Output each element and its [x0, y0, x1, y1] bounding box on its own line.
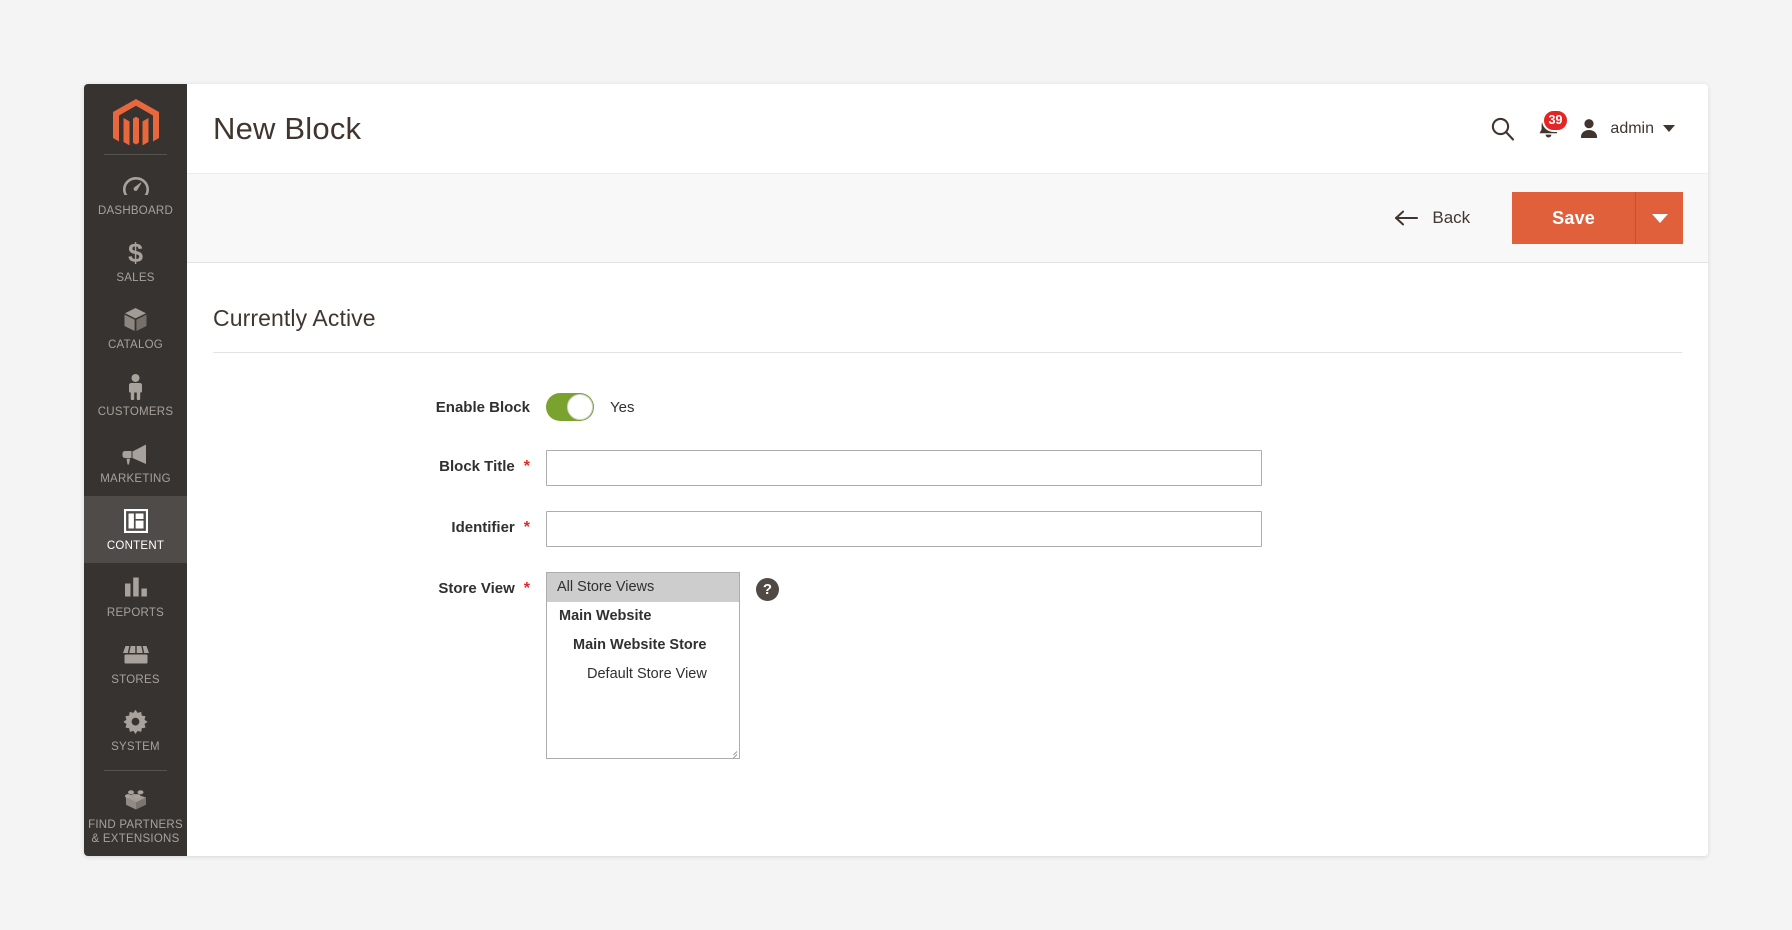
arrow-left-icon: [1395, 210, 1419, 226]
question-mark-icon[interactable]: ?: [756, 578, 779, 601]
store-view-option[interactable]: Default Store View: [547, 660, 739, 689]
sidebar-item-label: REPORTS: [106, 607, 165, 620]
bar-chart-icon: [124, 577, 147, 597]
sidebar-item-label-line1: FIND PARTNERS: [88, 819, 183, 831]
block-title-label-wrap: Block Title *: [213, 450, 546, 484]
sidebar-item-dashboard[interactable]: DASHBOARD: [84, 161, 187, 228]
header-tools: 39 admin: [1479, 106, 1675, 152]
sidebar-item-label: CUSTOMERS: [97, 406, 174, 419]
magento-logo[interactable]: [84, 98, 187, 152]
required-marker: *: [523, 580, 530, 597]
search-button[interactable]: [1479, 106, 1525, 152]
back-button[interactable]: Back: [1384, 200, 1480, 236]
sidebar-item-marketing[interactable]: MARKETING: [84, 429, 187, 496]
save-dropdown-button[interactable]: [1635, 192, 1683, 244]
user-avatar-icon: [1581, 118, 1598, 138]
block-title-input[interactable]: [546, 450, 1262, 486]
field-row-enable-block: Enable Block Yes: [213, 391, 1682, 425]
store-view-label: Store View: [438, 580, 515, 597]
sidebar-item-label: STORES: [111, 674, 160, 687]
section-title: Currently Active: [213, 305, 1682, 353]
sidebar-item-label-line2: & EXTENSIONS: [91, 833, 180, 845]
multiselect-resize-handle[interactable]: [726, 745, 738, 758]
account-menu[interactable]: admin: [1571, 117, 1675, 141]
enable-block-toggle-text: Yes: [610, 398, 635, 416]
required-marker: *: [523, 519, 530, 536]
layout-blocks-icon: [123, 507, 148, 534]
admin-page: DASHBOARD $ SALES CATALOG CUSTOMERS MARK…: [0, 0, 1792, 930]
store-view-multiselect[interactable]: All Store Views Main Website Main Websit…: [546, 572, 740, 759]
sidebar-item-sales[interactable]: $ SALES: [84, 228, 187, 295]
svg-text:$: $: [128, 239, 143, 266]
gear-icon: [123, 708, 148, 735]
back-button-label: Back: [1432, 208, 1471, 227]
sidebar-item-customers[interactable]: CUSTOMERS: [84, 362, 187, 429]
page-header: New Block 39 admin: [187, 84, 1708, 173]
account-name: admin: [1610, 119, 1654, 137]
lego-brick-icon: [123, 786, 149, 813]
sidebar-item-reports[interactable]: REPORTS: [84, 563, 187, 630]
caret-down-icon: [1651, 213, 1668, 223]
page-actions-toolbar: Back Save: [187, 173, 1708, 263]
search-icon: [1491, 117, 1514, 141]
sidebar-item-label: SYSTEM: [111, 741, 160, 754]
sidebar-item-label: SALES: [116, 272, 155, 285]
store-view-option[interactable]: Main Website: [547, 602, 739, 631]
sidebar-item-label: CONTENT: [106, 540, 165, 553]
content-column: New Block 39 admin Back Save Currently A…: [187, 84, 1708, 856]
notification-count-badge: 39: [1541, 108, 1570, 132]
toggle-knob: [567, 394, 593, 420]
sidebar-item-label: MARKETING: [100, 473, 171, 486]
sidebar-item-system[interactable]: SYSTEM: [84, 697, 187, 764]
sidebar: DASHBOARD $ SALES CATALOG CUSTOMERS MARK…: [84, 84, 187, 856]
storefront-icon: [122, 641, 150, 668]
block-title-control: [546, 450, 1262, 486]
enable-block-control: Yes: [546, 391, 634, 421]
notifications-button[interactable]: 39: [1525, 106, 1571, 152]
field-row-store-view: Store View * All Store Views Main Websit…: [213, 572, 1682, 759]
required-marker: *: [523, 458, 530, 475]
chevron-down-icon: [1663, 125, 1675, 132]
store-view-control: All Store Views Main Website Main Websit…: [546, 572, 779, 759]
identifier-control: [546, 511, 1262, 547]
sidebar-item-label: CATALOG: [108, 339, 163, 352]
sidebar-divider-top: [104, 154, 167, 156]
enable-block-toggle[interactable]: [546, 393, 594, 421]
main-content: Currently Active Enable Block Yes Block …: [187, 263, 1708, 856]
field-row-block-title: Block Title *: [213, 450, 1682, 486]
person-icon: [127, 373, 144, 400]
field-row-identifier: Identifier *: [213, 511, 1682, 547]
sidebar-item-label: DASHBOARD: [97, 205, 174, 218]
identifier-label-wrap: Identifier *: [213, 511, 546, 545]
page-title: New Block: [213, 110, 362, 146]
sidebar-item-find-partners-extensions[interactable]: FIND PARTNERS & EXTENSIONS: [84, 777, 187, 856]
save-button[interactable]: Save: [1512, 192, 1635, 244]
dollar-sign-icon: $: [127, 239, 144, 266]
sidebar-divider-bottom: [104, 770, 167, 771]
page-card: DASHBOARD $ SALES CATALOG CUSTOMERS MARK…: [84, 84, 1708, 856]
form-body: Enable Block Yes Block Title * Identifie…: [213, 353, 1682, 759]
store-view-option[interactable]: All Store Views: [547, 573, 739, 602]
block-title-label: Block Title: [439, 458, 515, 475]
save-button-group: Save: [1512, 192, 1683, 244]
enable-block-label-wrap: Enable Block: [213, 391, 546, 425]
sidebar-item-stores[interactable]: STORES: [84, 630, 187, 697]
sidebar-item-catalog[interactable]: CATALOG: [84, 295, 187, 362]
sidebar-item-content[interactable]: CONTENT: [84, 496, 187, 564]
enable-block-label: Enable Block: [435, 399, 530, 416]
identifier-label: Identifier: [451, 519, 515, 536]
megaphone-icon: [122, 440, 149, 467]
identifier-input[interactable]: [546, 511, 1262, 547]
box-icon: [123, 306, 148, 333]
store-view-label-wrap: Store View *: [213, 572, 546, 606]
dashboard-gauge-icon: [122, 172, 149, 199]
store-view-option[interactable]: Main Website Store: [547, 631, 739, 660]
